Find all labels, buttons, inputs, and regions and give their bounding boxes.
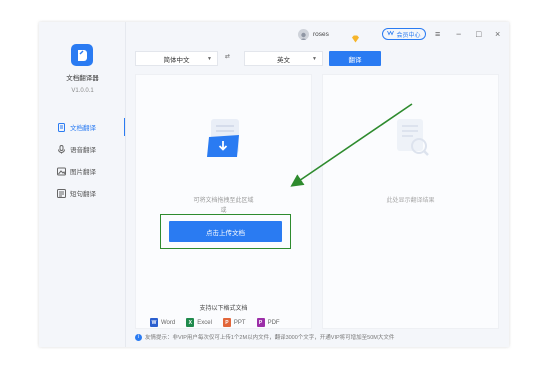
app-window: 文档翻译器 V1.0.0.1 文档翻译 语音翻译 图片翻译 短句翻译 roses… bbox=[39, 22, 509, 347]
annotation-arrow bbox=[290, 103, 413, 187]
